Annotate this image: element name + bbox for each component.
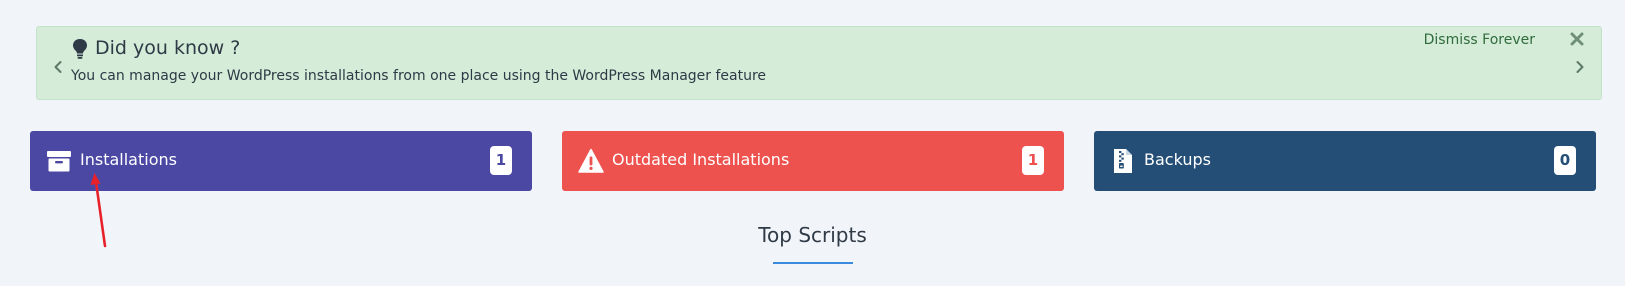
- chevron-right-icon[interactable]: [1574, 60, 1586, 74]
- archive-box-icon: [47, 151, 71, 172]
- backups-count-badge: 0: [1554, 146, 1576, 175]
- heading-underline: [773, 262, 853, 264]
- dismiss-forever-link[interactable]: Dismiss Forever: [1424, 32, 1535, 48]
- lightbulb-icon: [73, 39, 87, 59]
- backups-label: Backups: [1144, 150, 1211, 169]
- installations-label: Installations: [80, 150, 177, 169]
- did-you-know-notice: Did you know ? You can manage your WordP…: [36, 26, 1602, 100]
- outdated-installations-card[interactable]: Outdated Installations 1: [562, 131, 1064, 191]
- notice-message: You can manage your WordPress installati…: [71, 68, 767, 84]
- installations-count-badge: 1: [490, 146, 512, 175]
- notice-title: Did you know ?: [95, 37, 241, 59]
- outdated-count-badge: 1: [1022, 146, 1044, 175]
- backups-card[interactable]: Backups 0: [1094, 131, 1596, 191]
- zip-file-icon: [1114, 149, 1132, 173]
- chevron-left-icon[interactable]: [52, 60, 64, 74]
- close-icon[interactable]: [1569, 31, 1585, 47]
- warning-triangle-icon: [578, 148, 604, 173]
- outdated-installations-label: Outdated Installations: [612, 150, 790, 169]
- top-scripts-heading: Top Scripts: [758, 223, 867, 247]
- installations-card[interactable]: Installations 1: [30, 131, 532, 191]
